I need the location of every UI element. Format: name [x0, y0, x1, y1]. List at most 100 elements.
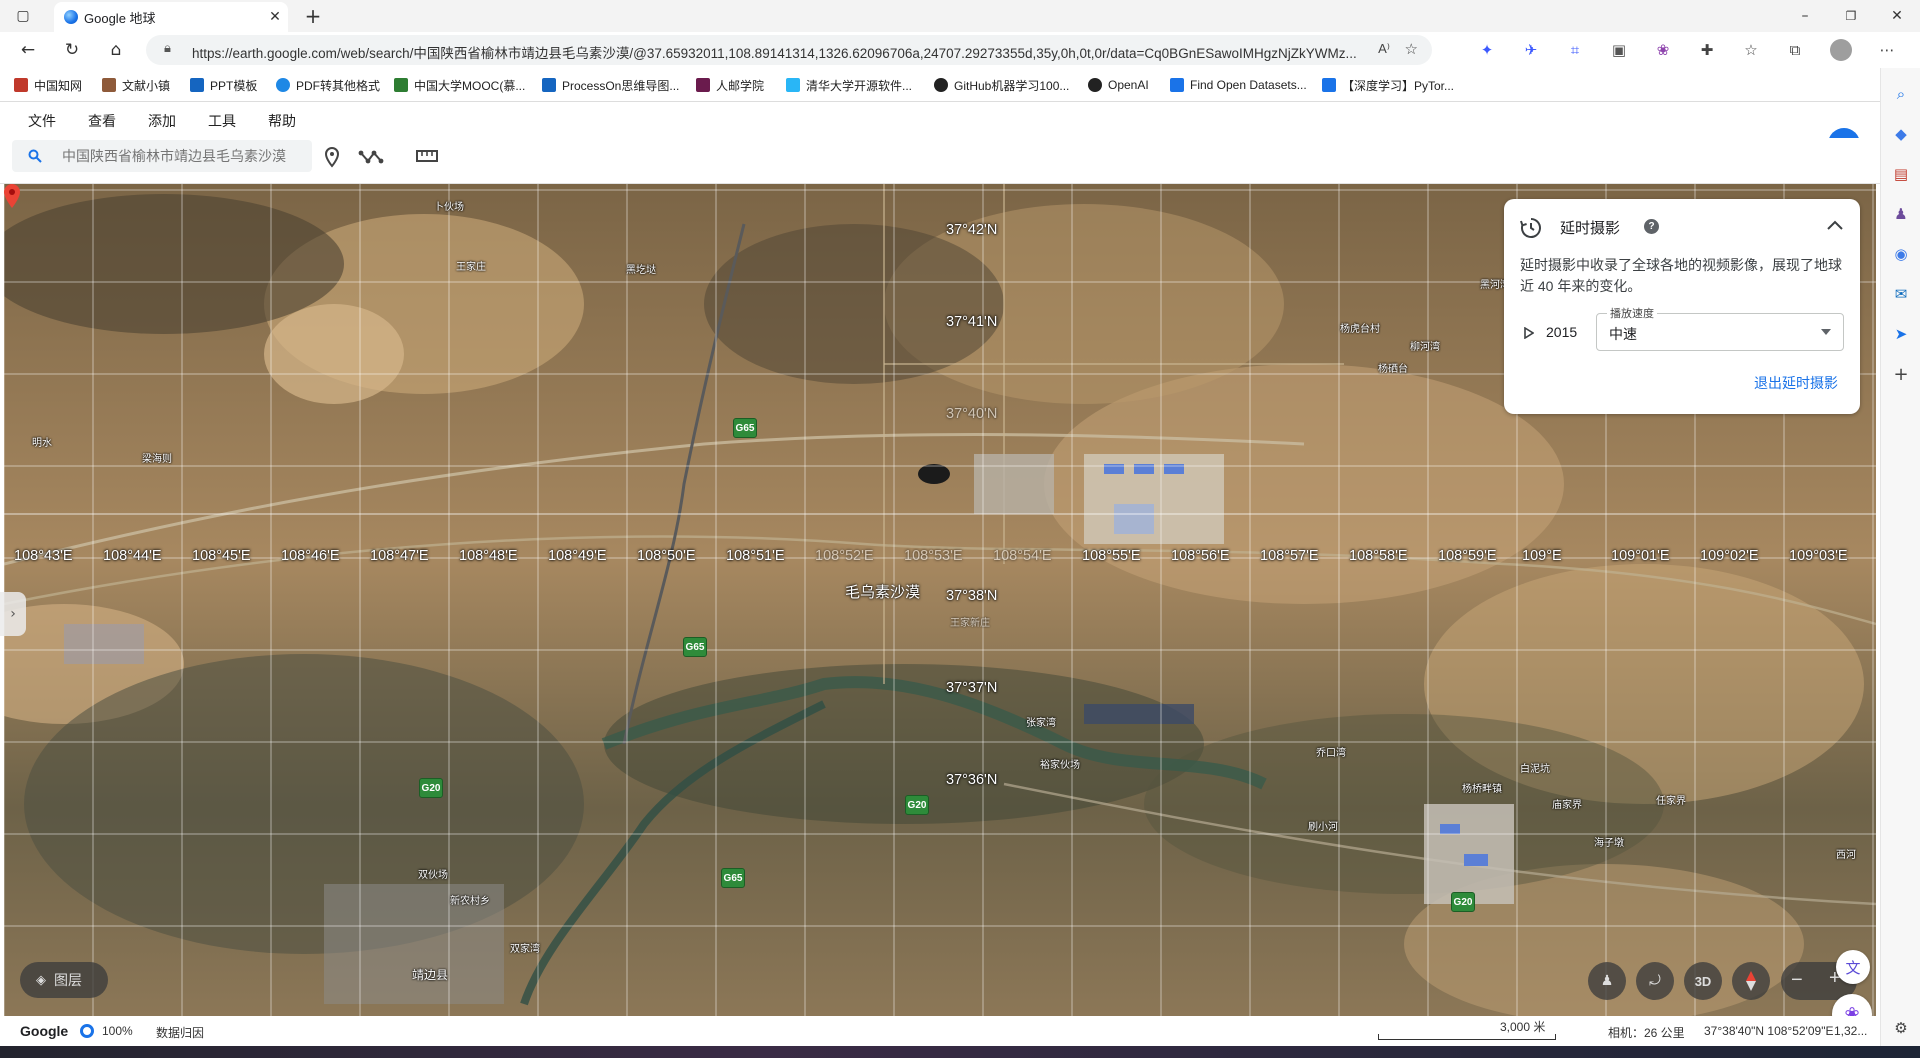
- longitude-label: 109°02'E: [1700, 548, 1759, 564]
- place-name: 明水: [32, 438, 52, 449]
- sidebar-games-icon[interactable]: ♟: [1889, 202, 1913, 226]
- menu-help[interactable]: 帮助: [268, 111, 296, 131]
- restore-icon[interactable]: ❐: [1828, 0, 1874, 32]
- browser-tab[interactable]: Google 地球 ✕: [54, 2, 288, 32]
- sidebar-toolbox-icon[interactable]: ▤: [1889, 162, 1913, 186]
- pegman-icon[interactable]: ♟: [1588, 962, 1626, 1000]
- bookmark-item[interactable]: GitHub机器学习100...: [934, 76, 1069, 94]
- place-name: 卜伙场: [434, 202, 464, 213]
- favorites-icon[interactable]: ☆: [1740, 39, 1762, 61]
- sidebar-settings-icon[interactable]: ⚙: [1889, 1016, 1913, 1040]
- extensions-puzzle-icon[interactable]: ✚: [1696, 39, 1718, 61]
- tab-actions-icon[interactable]: ▢: [0, 0, 46, 32]
- bookmark-item[interactable]: 清华大学开源软件...: [786, 76, 912, 94]
- new-tab-button[interactable]: +: [290, 0, 336, 32]
- bookmark-item[interactable]: PPT模板: [190, 76, 257, 94]
- timelapse-description: 延时摄影中收录了全球各地的视频影像，展现了地球近 40 年来的变化。: [1520, 257, 1842, 294]
- sidebar-tag-icon[interactable]: ◆: [1889, 122, 1913, 146]
- sidebar-add-icon[interactable]: +: [1889, 362, 1913, 386]
- bookmark-item[interactable]: 【深度学习】PyTor...: [1322, 76, 1454, 94]
- longitude-label: 108°58'E: [1349, 548, 1408, 564]
- extension-bird-icon[interactable]: ✦: [1476, 39, 1498, 61]
- menu-add[interactable]: 添加: [148, 111, 176, 131]
- compass-icon[interactable]: [1732, 962, 1770, 1000]
- longitude-label: 108°46'E: [281, 548, 340, 564]
- search-box[interactable]: [12, 140, 316, 172]
- zoom-out-button[interactable]: −: [1791, 969, 1803, 992]
- place-name: 双伙场: [418, 870, 448, 881]
- location-pin-icon[interactable]: [4, 184, 20, 208]
- bookmark-item[interactable]: Find Open Datasets...: [1170, 76, 1307, 94]
- home-icon[interactable]: ⌂: [102, 36, 130, 64]
- latitude-label: 37°36'N: [946, 772, 998, 788]
- layers-icon: ◈: [36, 972, 46, 988]
- url-text[interactable]: https://earth.google.com/web/search/中国陕西…: [192, 42, 1382, 62]
- ruler-icon[interactable]: [416, 149, 438, 163]
- bookmark-item[interactable]: 文献小镇: [102, 76, 170, 94]
- extension-crop-icon[interactable]: ⌗: [1564, 39, 1586, 61]
- translate-icon[interactable]: 文: [1836, 950, 1870, 984]
- road-shield-g20: G20: [1451, 892, 1475, 912]
- place-name: 柳河湾: [1410, 342, 1440, 353]
- playback-speed-select[interactable]: 播放速度 中速: [1596, 305, 1844, 351]
- extension-plane-icon[interactable]: ✈: [1520, 39, 1542, 61]
- menu-tools[interactable]: 工具: [208, 111, 236, 131]
- longitude-label: 108°59'E: [1438, 548, 1497, 564]
- address-bar[interactable]: 🔒︎ https://earth.google.com/web/search/中…: [146, 35, 1432, 65]
- loading-ring-icon: [80, 1024, 94, 1038]
- zhihu-icon: [1322, 78, 1336, 92]
- sidebar-send-icon[interactable]: ➤: [1889, 322, 1913, 346]
- sidebar-search-icon[interactable]: ⌕: [1889, 82, 1913, 106]
- exit-timelapse-link[interactable]: 退出延时摄影: [1754, 373, 1838, 393]
- bookmark-favicon-icon: [190, 78, 204, 92]
- search-icon: [28, 149, 42, 163]
- bookmark-item[interactable]: 中国大学MOOC(慕...: [394, 76, 525, 94]
- placemark-icon[interactable]: [322, 146, 342, 168]
- draw-path-icon[interactable]: [358, 147, 384, 167]
- collections-icon[interactable]: ⧉: [1784, 39, 1806, 61]
- loading-percent: 100%: [102, 1024, 133, 1038]
- expand-sidebar-icon[interactable]: ›: [0, 592, 26, 636]
- extension-box-icon[interactable]: ▣: [1608, 39, 1630, 61]
- reset-tilt-icon[interactable]: ⤾: [1636, 962, 1674, 1000]
- bookmark-item[interactable]: OpenAI: [1088, 76, 1149, 94]
- minimize-icon[interactable]: –: [1782, 0, 1828, 32]
- earth-toolbar: [0, 138, 1880, 184]
- help-icon[interactable]: ?: [1644, 219, 1659, 234]
- play-icon[interactable]: [1524, 327, 1534, 339]
- close-window-icon[interactable]: ✕: [1874, 0, 1920, 32]
- close-tab-icon[interactable]: ✕: [266, 8, 284, 26]
- read-aloud-icon[interactable]: A⁾: [1378, 41, 1390, 57]
- place-name: 杨桥畔镇: [1462, 784, 1502, 795]
- lock-icon[interactable]: 🔒︎: [164, 41, 171, 56]
- toggle-3d-button[interactable]: 3D: [1684, 962, 1722, 1000]
- place-name: 张家湾: [1026, 718, 1056, 729]
- favorite-star-icon[interactable]: ☆: [1405, 40, 1418, 58]
- sidebar-m365-icon[interactable]: ◉: [1889, 242, 1913, 266]
- data-attribution-link[interactable]: 数据归因: [156, 1024, 204, 1041]
- bookmark-item[interactable]: ProcessOn思维导图...: [542, 76, 679, 94]
- reload-icon[interactable]: ↻: [58, 36, 86, 64]
- menu-view[interactable]: 查看: [88, 111, 116, 131]
- more-menu-icon[interactable]: ⋯: [1876, 39, 1898, 61]
- back-icon[interactable]: ←: [14, 36, 42, 64]
- extension-brain-icon[interactable]: ❀: [1652, 39, 1674, 61]
- place-name: 王家庄: [456, 262, 486, 273]
- search-result-label: 毛乌素沙漠: [845, 584, 921, 601]
- longitude-label: 108°44'E: [103, 548, 162, 564]
- sidebar-outlook-icon[interactable]: ✉: [1889, 282, 1913, 306]
- bookmark-favicon-icon: [1170, 78, 1184, 92]
- collapse-chevron-icon[interactable]: [1826, 219, 1844, 231]
- place-name: 杨硒台: [1378, 364, 1408, 375]
- bookmark-item[interactable]: 中国知网: [14, 76, 82, 94]
- bookmark-item[interactable]: PDF转其他格式: [276, 76, 380, 94]
- menu-file[interactable]: 文件: [28, 111, 56, 131]
- layers-button[interactable]: ◈ 图层: [20, 962, 108, 998]
- bookmark-item[interactable]: 人邮学院: [696, 76, 764, 94]
- road-shield-g20: G20: [419, 778, 443, 798]
- longitude-label: 108°47'E: [370, 548, 429, 564]
- search-input[interactable]: [60, 146, 316, 166]
- profile-avatar-icon[interactable]: [1830, 39, 1852, 61]
- latitude-label: 37°41'N: [946, 314, 998, 330]
- bookmark-favicon-icon: [786, 78, 800, 92]
